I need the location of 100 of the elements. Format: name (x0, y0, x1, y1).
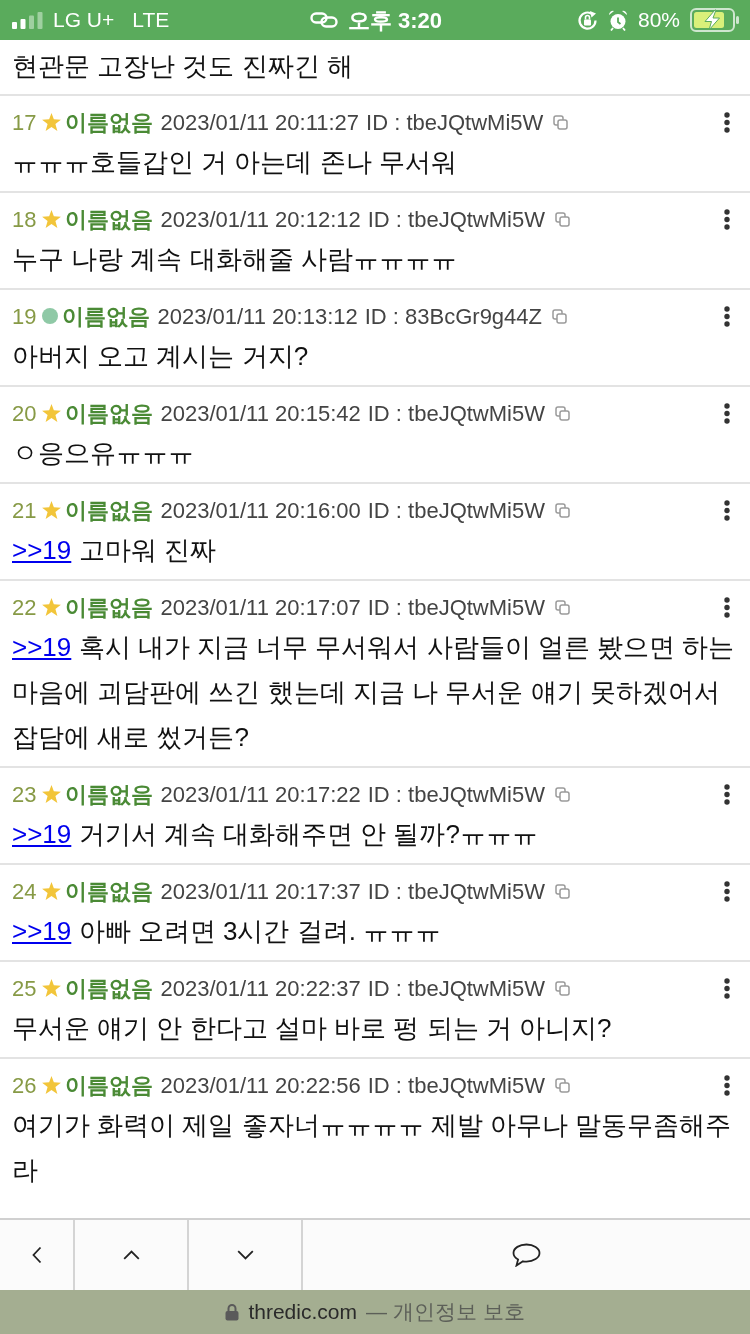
author-id: ID : 83BcGr9g44Z (364, 302, 543, 331)
reply-link[interactable]: >>19 (12, 819, 72, 849)
alarm-clock-icon (607, 9, 628, 31)
post-timestamp: 2023/01/11 20:17:07 (160, 593, 361, 622)
carrier-name: LG U+ (53, 7, 115, 34)
author-id: ID : tbeJQtwMi5W (367, 593, 545, 622)
rotation-lock-icon (576, 9, 598, 31)
copy-icon[interactable] (554, 980, 570, 996)
reply-link[interactable]: >>19 (12, 916, 72, 946)
post-text: >>19 아빠 오려면 3시간 걸려. ㅠㅠㅠ (12, 915, 443, 948)
copy-icon[interactable] (554, 599, 570, 615)
post-timestamp: 2023/01/11 20:12:12 (160, 205, 361, 234)
post-timestamp: 2023/01/11 20:13:12 (157, 302, 358, 331)
copy-icon[interactable] (553, 114, 569, 130)
kebab-menu-icon[interactable] (724, 111, 730, 133)
battery-percent: 80% (637, 7, 680, 34)
star-icon (42, 210, 62, 228)
post-text: 현관문 고장난 것도 진짜긴 해 (11, 50, 354, 83)
post-timestamp: 2023/01/11 20:16:00 (160, 496, 361, 525)
chevron-left-icon (31, 1246, 42, 1264)
author-name: 이름없음 (65, 108, 154, 137)
chain-link-icon (309, 12, 338, 28)
post-number: 17 (12, 108, 37, 137)
author-name: 이름없음 (65, 399, 154, 428)
kebab-menu-icon[interactable] (724, 596, 730, 618)
post-text: 무서운 얘기 안 한다고 설마 바로 펑 되는 거 아니지? (12, 1012, 613, 1045)
reply-link[interactable]: >>19 (12, 535, 72, 565)
post-number: 20 (12, 399, 37, 428)
star-icon (42, 113, 62, 131)
author-name: 이름없음 (65, 593, 154, 622)
star-icon (42, 1076, 62, 1094)
author-id: ID : tbeJQtwMi5W (367, 1071, 545, 1100)
post-number: 25 (12, 974, 37, 1003)
post-number: 18 (12, 205, 37, 234)
author-id: ID : tbeJQtwMi5W (367, 205, 545, 234)
author-name: 이름없음 (65, 1071, 154, 1100)
post-timestamp: 2023/01/11 20:17:37 (160, 877, 361, 906)
post-text: >>19 혹시 내가 지금 너무 무서워서 사람들이 얼른 봤으면 하는 마음에 괴담판에 쓰긴 했는데 지금 나 무서운 얘기 못하겠어서 잡담에 새로 썼거든? (12, 631, 736, 754)
post-number: 19 (12, 302, 37, 331)
chevron-up-icon (122, 1250, 140, 1260)
author-id: ID : tbeJQtwMi5W (367, 780, 545, 809)
star-icon (42, 785, 62, 803)
post-timestamp: 2023/01/11 20:22:37 (160, 974, 361, 1003)
status-dot-icon (42, 308, 59, 324)
kebab-menu-icon[interactable] (724, 880, 730, 902)
post-number: 21 (12, 496, 37, 525)
kebab-menu-icon[interactable] (724, 1074, 730, 1096)
post-text: 여기가 화력이 제일 좋자너ㅠㅠㅠㅠ 제발 아무나 말동무좀해주라 (12, 1109, 733, 1187)
post-timestamp: 2023/01/11 20:15:42 (160, 399, 361, 428)
privacy-note: — 개인정보 보호 (365, 1299, 525, 1326)
author-id: ID : tbeJQtwMi5W (367, 399, 545, 428)
speech-bubble-icon (512, 1243, 541, 1267)
author-name: 이름없음 (65, 780, 154, 809)
kebab-menu-icon[interactable] (724, 499, 730, 521)
author-name: 이름없음 (65, 205, 154, 234)
star-icon (42, 501, 62, 519)
copy-icon[interactable] (554, 786, 570, 802)
author-name: 이름없음 (62, 302, 151, 331)
kebab-menu-icon[interactable] (724, 977, 730, 999)
chevron-down-icon (236, 1250, 254, 1260)
copy-icon[interactable] (554, 211, 570, 227)
star-icon (42, 404, 62, 422)
copy-icon[interactable] (554, 1077, 570, 1093)
post-text: >>19 거기서 계속 대화해주면 안 될까?ㅠㅠㅠ (12, 818, 539, 851)
signal-icon (12, 11, 43, 29)
star-icon (42, 979, 62, 997)
author-name: 이름없음 (65, 496, 154, 525)
post-text: ㅠㅠㅠ호들갑인 거 아는데 존나 무서워 (12, 146, 458, 179)
post-text: 아버지 오고 계시는 거지? (12, 340, 310, 373)
network-type: LTE (132, 7, 170, 34)
clock-time: 오후 3:20 (347, 6, 443, 35)
reply-link[interactable]: >>19 (12, 632, 72, 662)
post-number: 26 (12, 1071, 37, 1100)
author-id: ID : tbeJQtwMi5W (367, 496, 545, 525)
post-timestamp: 2023/01/11 20:22:56 (160, 1071, 361, 1100)
copy-icon[interactable] (554, 883, 570, 899)
copy-icon[interactable] (554, 502, 570, 518)
star-icon (42, 598, 62, 616)
post-text: ㅇ응으유ㅠㅠㅠ (12, 437, 195, 470)
copy-icon[interactable] (552, 308, 568, 324)
site-domain[interactable]: thredic.com (248, 1296, 357, 1328)
kebab-menu-icon[interactable] (724, 783, 730, 805)
author-id: ID : tbeJQtwMi5W (367, 877, 545, 906)
kebab-menu-icon[interactable] (724, 208, 730, 230)
kebab-menu-icon[interactable] (724, 402, 730, 424)
copy-icon[interactable] (554, 405, 570, 421)
author-id: ID : tbeJQtwMi5W (366, 108, 544, 137)
author-name: 이름없음 (65, 877, 154, 906)
padlock-icon (225, 1303, 240, 1321)
post-number: 22 (12, 593, 37, 622)
star-icon (42, 882, 62, 900)
post-timestamp: 2023/01/11 20:17:22 (160, 780, 361, 809)
post-text: 누구 나랑 계속 대화해줄 사람ㅠㅠㅠㅠ (12, 243, 458, 276)
post-number: 24 (12, 877, 37, 906)
author-name: 이름없음 (65, 974, 154, 1003)
post-text: >>19 고마워 진짜 (12, 534, 217, 567)
charging-battery-icon (690, 8, 740, 32)
kebab-menu-icon[interactable] (724, 305, 730, 327)
post-number: 23 (12, 780, 37, 809)
post-timestamp: 2023/01/11 20:11:27 (160, 108, 360, 137)
